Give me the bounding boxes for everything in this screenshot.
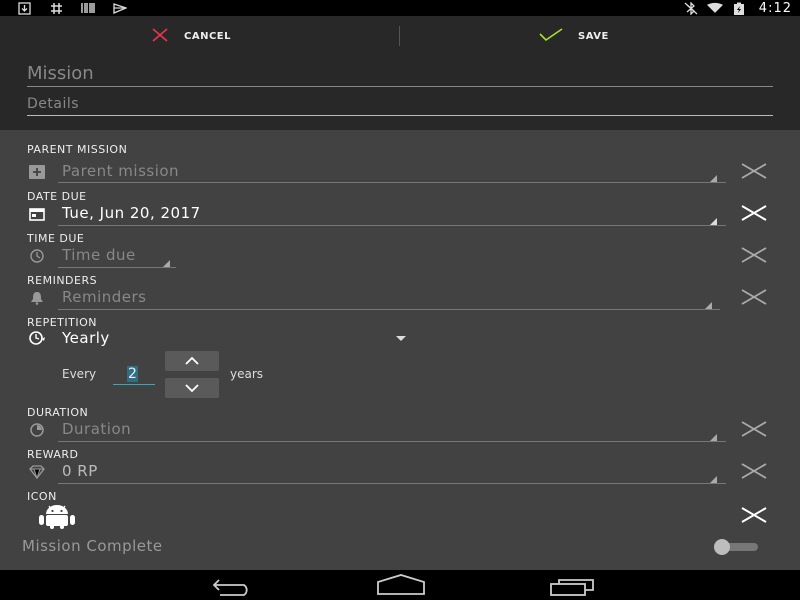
bluetooth-off-icon — [683, 2, 699, 16]
navigation-bar — [0, 570, 800, 600]
parent-mission-label: PARENT MISSION — [27, 143, 128, 156]
time-due-underline — [58, 267, 176, 268]
every-input[interactable]: 2 — [113, 366, 155, 385]
years-label: years — [230, 367, 264, 381]
battery-charging-icon — [731, 2, 747, 16]
dropdown-corner-icon — [705, 302, 712, 309]
action-divider — [399, 26, 400, 46]
clear-reminders-button[interactable] — [740, 288, 768, 308]
clear-duration-button[interactable] — [740, 420, 768, 440]
every-value: 2 — [127, 366, 138, 382]
dropdown-corner-icon — [163, 260, 170, 267]
clear-icon-button[interactable] — [740, 506, 768, 526]
mission-input[interactable]: Mission — [27, 63, 94, 84]
save-button[interactable]: SAVE — [538, 16, 609, 56]
notification-icon — [112, 1, 128, 15]
repeat-clock-icon — [28, 330, 46, 346]
increment-button[interactable] — [165, 351, 219, 371]
dropdown-corner-icon — [710, 175, 717, 182]
repetition-select[interactable]: Yearly — [62, 329, 110, 347]
mission-complete-label: Mission Complete — [22, 537, 163, 555]
duration-underline — [58, 441, 726, 442]
clock-icon — [28, 248, 46, 264]
clear-date-due-button[interactable] — [740, 204, 768, 224]
cancel-button[interactable]: CANCEL — [150, 16, 231, 56]
date-due-field[interactable]: Tue, Jun 20, 2017 — [62, 204, 201, 222]
reward-underline — [58, 483, 726, 484]
every-label: Every — [62, 367, 97, 381]
parent-mission-field[interactable]: Parent mission — [62, 162, 179, 180]
reminders-underline — [58, 309, 720, 310]
mission-underline — [27, 86, 773, 87]
clear-parent-mission-button[interactable] — [740, 162, 768, 182]
duration-label: DURATION — [27, 406, 89, 419]
decrement-button[interactable] — [165, 378, 219, 398]
recents-button[interactable] — [549, 574, 597, 596]
reward-field[interactable]: 0 RP — [62, 462, 98, 480]
status-bar: 4:12 — [0, 0, 800, 16]
android-icon[interactable] — [36, 505, 78, 529]
details-input[interactable]: Details — [27, 96, 79, 112]
reward-label: REWARD — [27, 448, 79, 461]
title-area — [0, 56, 800, 130]
save-label: SAVE — [578, 30, 609, 42]
repetition-label: REPETITION — [27, 316, 97, 329]
dropdown-corner-icon — [710, 218, 717, 225]
dropdown-corner-icon — [710, 476, 717, 483]
hash-icon — [48, 1, 64, 15]
clear-reward-button[interactable] — [740, 462, 768, 482]
time-due-label: TIME DUE — [27, 232, 85, 245]
duration-field[interactable]: Duration — [62, 420, 131, 438]
dropdown-corner-icon — [710, 434, 717, 441]
date-due-label: DATE DUE — [27, 190, 87, 203]
calendar-icon — [28, 206, 46, 222]
wifi-icon — [706, 2, 723, 16]
details-underline — [27, 115, 773, 116]
status-time: 4:12 — [758, 1, 792, 16]
cancel-label: CANCEL — [184, 30, 231, 42]
chevron-down-icon[interactable] — [396, 336, 406, 341]
parent-mission-underline — [58, 182, 726, 183]
timer-icon — [28, 422, 46, 438]
mission-form — [0, 130, 800, 570]
download-icon — [16, 1, 32, 15]
icon-label: ICON — [27, 490, 57, 503]
mission-complete-toggle[interactable] — [714, 539, 760, 555]
reminders-field[interactable]: Reminders — [62, 288, 147, 306]
home-button[interactable] — [376, 574, 425, 596]
bell-icon — [28, 290, 46, 306]
toggle-thumb — [714, 539, 730, 555]
time-due-field[interactable]: Time due — [62, 246, 136, 264]
reminders-label: REMINDERS — [27, 274, 98, 287]
back-button[interactable] — [206, 574, 254, 596]
diamond-icon — [28, 464, 46, 480]
action-bar: CANCEL SAVE — [0, 16, 800, 56]
date-due-underline — [58, 225, 726, 226]
clear-time-due-button[interactable] — [740, 246, 768, 266]
barcode-icon — [80, 1, 96, 15]
add-box-icon — [28, 164, 46, 180]
check-icon — [538, 27, 564, 45]
close-icon — [150, 27, 170, 45]
